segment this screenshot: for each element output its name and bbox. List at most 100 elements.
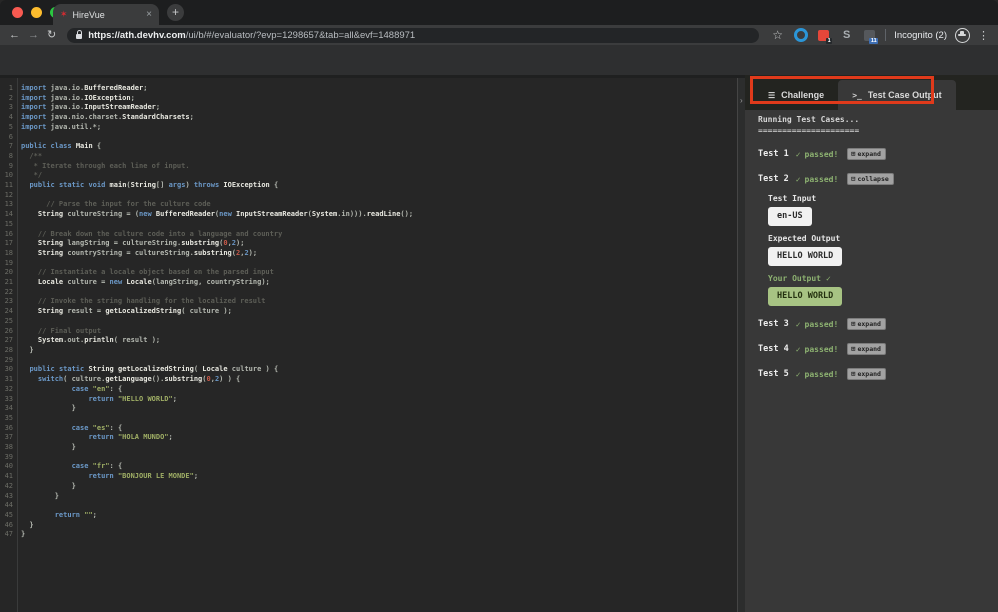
line-number: 24	[0, 307, 13, 317]
line-number: 38	[0, 443, 13, 453]
code-line: */	[21, 171, 413, 181]
code-editor[interactable]: 1234567891011121314151617181920212223242…	[0, 78, 737, 612]
line-number: 28	[0, 346, 13, 356]
expand-label: expand	[857, 320, 880, 328]
forward-button[interactable]: →	[28, 30, 39, 41]
test-result-row: Test 4✓passed!⊞expand	[758, 342, 990, 356]
tab-challenge[interactable]: ☰ Challenge	[754, 80, 838, 110]
collapse-arrow-icon: ›	[740, 96, 743, 105]
incognito-avatar-icon[interactable]	[955, 28, 970, 43]
code-line: public static void main(String[] args) t…	[21, 181, 413, 191]
code-line: }	[21, 521, 413, 531]
browser-tab[interactable]: ✶ HireVue ×	[53, 4, 159, 25]
plus-box-icon: ⊞	[851, 151, 855, 158]
line-number: 22	[0, 288, 13, 298]
line-number: 7	[0, 142, 13, 152]
test-result-row: Test 5✓passed!⊞expand	[758, 367, 990, 381]
test-result-row: Test 3✓passed!⊞expand	[758, 317, 990, 331]
extension-dark-icon[interactable]: 11	[862, 28, 877, 43]
code-line: return "HOLA MUNDO";	[21, 433, 413, 443]
plus-box-icon: ⊞	[851, 346, 855, 353]
expand-button[interactable]: ⊞expand	[847, 343, 886, 355]
incognito-label: Incognito (2)	[894, 30, 947, 41]
code-line: return "BONJOUR LE MONDE";	[21, 472, 413, 482]
expand-button[interactable]: ⊞expand	[847, 318, 886, 330]
code-line: String langString = cultureString.substr…	[21, 239, 413, 249]
test-result-text: passed!	[805, 174, 839, 185]
expand-button[interactable]: ⊞expand	[847, 148, 886, 160]
line-number: 37	[0, 433, 13, 443]
line-number: 6	[0, 133, 13, 143]
code-line: }	[21, 404, 413, 414]
url-text: https://ath.devhv.com/ui/b/#/evaluator/?…	[88, 30, 415, 41]
code-line: /**	[21, 152, 413, 162]
code-line	[21, 191, 413, 201]
line-number: 17	[0, 239, 13, 249]
line-number: 1	[0, 84, 13, 94]
test-result: Test 2✓passed!⊟collapseTest Inputen-USEx…	[758, 172, 990, 306]
status-line: Running Test Cases...	[758, 114, 990, 125]
bookmark-star-icon[interactable]: ☆	[770, 28, 785, 43]
window-close-button[interactable]	[12, 7, 23, 18]
test-input-label: Test Input	[768, 193, 990, 204]
test-input-value: en-US	[768, 207, 812, 226]
line-number: 43	[0, 492, 13, 502]
line-number: 20	[0, 268, 13, 278]
test-name: Test 1	[758, 149, 789, 160]
collapse-label: collapse	[857, 175, 888, 183]
line-number: 26	[0, 327, 13, 337]
expand-label: expand	[857, 370, 880, 378]
code-line: System.out.println( result );	[21, 336, 413, 346]
line-number: 34	[0, 404, 13, 414]
expand-button[interactable]: ⊞expand	[847, 368, 886, 380]
test-output-console: Running Test Cases... ==================…	[745, 110, 998, 381]
extension-s-icon[interactable]: S	[839, 28, 854, 43]
extension-blue-circle-icon[interactable]	[793, 28, 808, 43]
address-bar[interactable]: https://ath.devhv.com/ui/b/#/evaluator/?…	[67, 28, 759, 43]
line-number: 11	[0, 181, 13, 191]
test-result-text: passed!	[805, 319, 839, 330]
gutter: 1234567891011121314151617181920212223242…	[0, 84, 13, 540]
extension-red-icon[interactable]: 1	[816, 28, 831, 43]
line-number: 31	[0, 375, 13, 385]
separator-line: =====================	[758, 125, 990, 136]
window-minimize-button[interactable]	[31, 7, 42, 18]
line-number: 42	[0, 482, 13, 492]
new-tab-button[interactable]: +	[167, 4, 184, 21]
browser-window: ✶ HireVue × + ← → ↻ https://ath.devhv.co…	[0, 0, 998, 45]
tab-close-icon[interactable]: ×	[146, 10, 152, 20]
line-number: 8	[0, 152, 13, 162]
back-button[interactable]: ←	[9, 30, 20, 41]
test-result: Test 3✓passed!⊞expand	[758, 317, 990, 331]
expected-output-label: Expected Output	[768, 233, 990, 244]
test-name: Test 3	[758, 319, 789, 330]
line-number: 25	[0, 317, 13, 327]
url-path: /ui/b/#/evaluator/?evp=1298657&tab=all&e…	[186, 30, 416, 41]
test-output-panel: ☰ Challenge >_ Test Case Output Running …	[745, 75, 998, 612]
line-number: 30	[0, 365, 13, 375]
code-line: import java.io.InputStreamReader;	[21, 103, 413, 113]
line-number: 21	[0, 278, 13, 288]
plus-box-icon: ⊞	[851, 321, 855, 328]
line-number: 15	[0, 220, 13, 230]
line-number: 3	[0, 103, 13, 113]
code-line: Locale culture = new Locale(langString, …	[21, 278, 413, 288]
line-number: 46	[0, 521, 13, 531]
line-number: 5	[0, 123, 13, 133]
test-detail: Test Inputen-USExpected OutputHELLO WORL…	[758, 193, 990, 306]
hirevue-favicon-icon: ✶	[60, 10, 68, 19]
code-line: import java.io.BufferedReader;	[21, 84, 413, 94]
tab-test-case-output[interactable]: >_ Test Case Output	[838, 80, 955, 110]
collapse-button[interactable]: ⊟collapse	[847, 173, 894, 185]
code-line	[21, 133, 413, 143]
code-line: return "";	[21, 511, 413, 521]
refresh-button[interactable]: ↻	[47, 30, 56, 41]
browser-menu-button[interactable]: ⋮	[978, 29, 989, 42]
code-line: // Parse the input for the culture code	[21, 200, 413, 210]
test-name: Test 5	[758, 369, 789, 380]
code-line: // Break down the culture code into a la…	[21, 230, 413, 240]
line-number: 23	[0, 297, 13, 307]
code-line: }	[21, 482, 413, 492]
code-line: // Final output	[21, 327, 413, 337]
panel-splitter[interactable]: ›	[737, 78, 745, 612]
